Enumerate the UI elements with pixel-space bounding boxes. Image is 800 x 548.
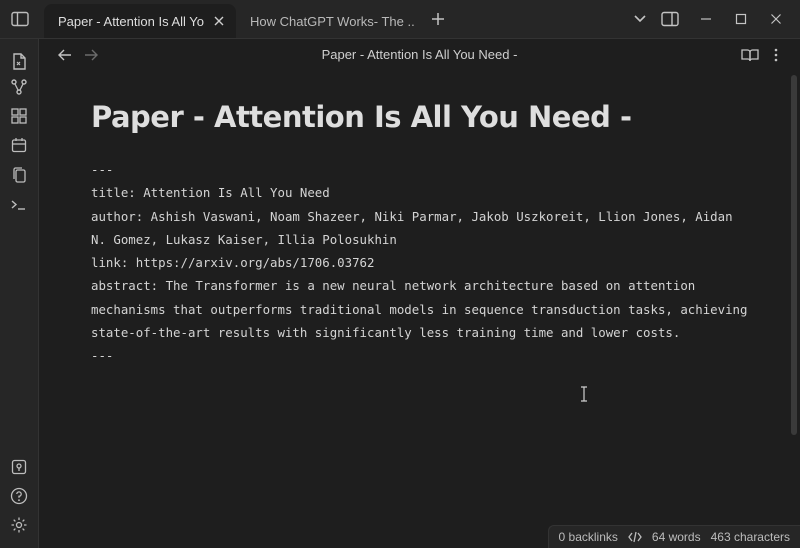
plus-icon[interactable] [428, 9, 448, 29]
frontmatter-open: --- [91, 162, 114, 177]
frontmatter-close: --- [91, 348, 114, 364]
terminal-icon[interactable] [9, 195, 29, 215]
view-title[interactable]: Paper - Attention Is All You Need - [39, 47, 800, 62]
close-icon[interactable] [766, 9, 786, 29]
frontmatter-title: title: Attention Is All You Need [91, 185, 330, 201]
grid-icon[interactable] [9, 106, 29, 126]
minimize-icon[interactable] [696, 9, 716, 29]
sidebar-toggle-icon[interactable] [10, 9, 30, 29]
frontmatter-link: link: https://arxiv.org/abs/1706.03762 [91, 255, 375, 271]
calendar-icon[interactable] [9, 135, 29, 155]
title-bar: Paper - Attention Is All Yo... How ChatG… [0, 0, 800, 39]
reading-mode-icon[interactable] [740, 45, 760, 65]
frontmatter-author: author: Ashish Vaswani, Noam Shazeer, Ni… [91, 208, 741, 247]
frontmatter[interactable]: --- title: Attention Is All You Need autho… [91, 158, 751, 368]
tab-label: How ChatGPT Works- The ... [250, 13, 414, 29]
graph-icon[interactable] [9, 77, 29, 97]
help-icon[interactable] [9, 486, 29, 506]
scrollbar[interactable] [791, 75, 797, 435]
character-count: 463 characters [710, 530, 790, 544]
copy-icon[interactable] [9, 165, 29, 185]
status-bar: 0 backlinks 64 words 463 characters [547, 525, 800, 548]
left-ribbon [0, 39, 39, 548]
code-icon[interactable] [628, 531, 642, 543]
maximize-icon[interactable] [731, 9, 751, 29]
vault-icon[interactable] [9, 457, 29, 477]
note-heading[interactable]: Paper - Attention Is All You Need - [91, 100, 751, 134]
file-icon[interactable] [9, 52, 29, 72]
view-header: Paper - Attention Is All You Need - [39, 39, 800, 71]
tab-attention-paper[interactable]: Paper - Attention Is All Yo... [44, 4, 236, 38]
settings-icon[interactable] [9, 515, 29, 535]
backlinks-count[interactable]: 0 backlinks [559, 530, 618, 544]
close-tab-icon[interactable] [212, 14, 226, 28]
split-view-icon[interactable] [660, 9, 680, 29]
note-editor[interactable]: Paper - Attention Is All You Need - --- t… [91, 100, 751, 368]
word-count: 64 words [651, 530, 701, 544]
more-options-icon[interactable] [766, 45, 786, 65]
tab-chatgpt-works[interactable]: How ChatGPT Works- The ... [236, 4, 424, 38]
chevron-down-icon[interactable] [630, 9, 650, 29]
tab-label: Paper - Attention Is All Yo... [58, 13, 204, 29]
frontmatter-abstract: abstract: The Transformer is a new neura… [91, 278, 755, 341]
text-cursor-icon [579, 386, 589, 402]
